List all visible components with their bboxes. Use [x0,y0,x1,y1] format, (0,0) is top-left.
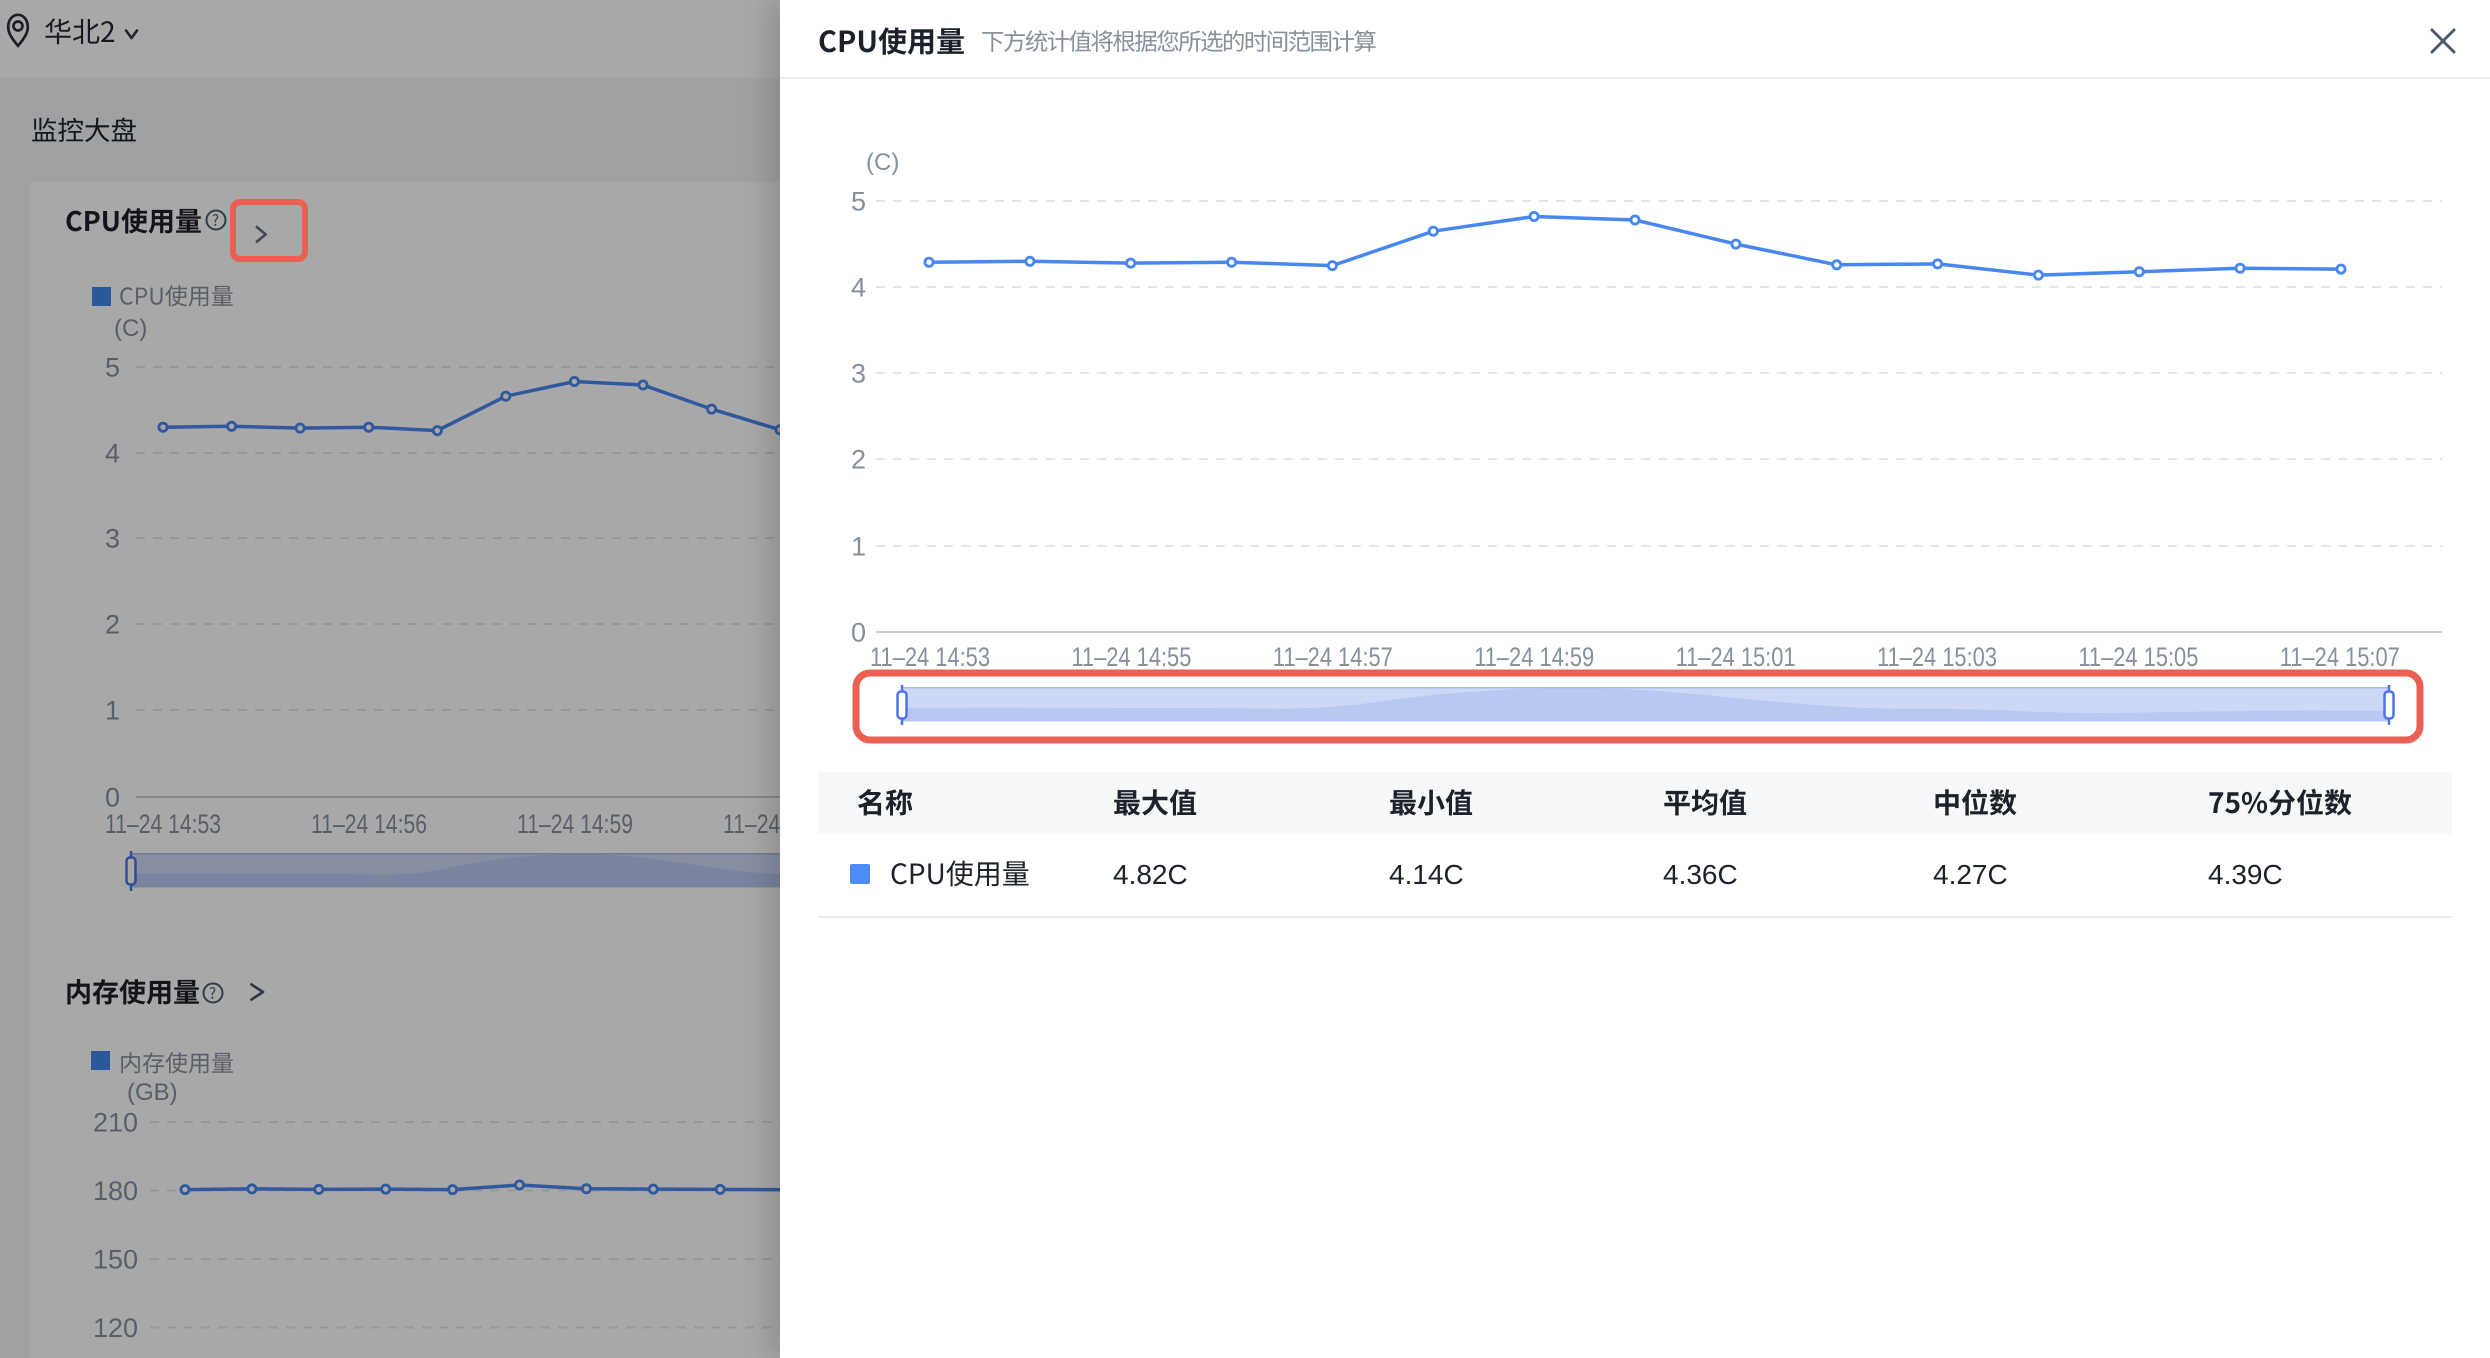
svg-text:4.14C: 4.14C [1389,859,1464,890]
svg-text:3: 3 [851,359,866,389]
svg-text:11–24 14:59: 11–24 14:59 [1474,642,1594,672]
svg-text:11–24 15:05: 11–24 15:05 [2078,642,2198,672]
svg-text:11–24 14:53: 11–24 14:53 [870,642,990,672]
svg-text:4.82C: 4.82C [1113,859,1188,890]
svg-text:11–24 14:55: 11–24 14:55 [1071,642,1191,672]
svg-text:11–24 15:03: 11–24 15:03 [1877,642,1997,672]
svg-text:4.39C: 4.39C [2208,859,2283,890]
svg-text:11–24 15:07: 11–24 15:07 [2280,642,2400,672]
svg-text:5: 5 [851,187,866,217]
svg-text:1: 1 [851,532,866,562]
svg-text:2: 2 [851,445,866,475]
svg-text:11–24 15:01: 11–24 15:01 [1676,642,1796,672]
svg-text:4.27C: 4.27C [1933,859,2008,890]
svg-text:11–24 14:57: 11–24 14:57 [1273,642,1393,672]
svg-text:4: 4 [851,273,866,303]
svg-text:4.36C: 4.36C [1663,859,1738,890]
svg-text:(C): (C) [866,149,899,176]
svg-text:0: 0 [851,618,866,648]
